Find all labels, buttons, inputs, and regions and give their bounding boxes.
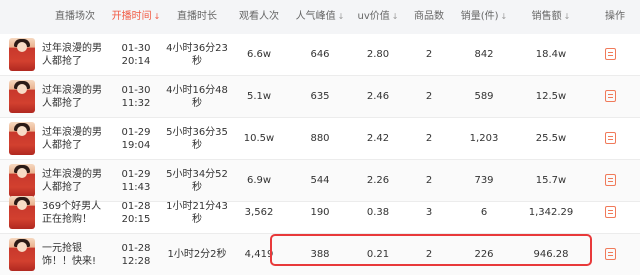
sort-down-icon[interactable]: ↓ <box>154 12 161 21</box>
sales-count: 589 <box>474 91 494 102</box>
col-header-goods: 商品数 <box>414 11 444 22</box>
table-row[interactable]: 369个好男人正在抢购！ 01-28 20:15 1小时21分43秒 3,562 … <box>0 192 640 234</box>
detail-icon[interactable] <box>605 48 616 60</box>
sort-down-icon[interactable]: ↓ <box>564 12 571 21</box>
session-title[interactable]: 过年浪漫的男人都抢了 <box>42 118 108 159</box>
start-clock: 20:15 <box>121 213 151 225</box>
start-date: 01-30 <box>121 84 151 96</box>
live-cover-thumbnail[interactable] <box>9 196 35 229</box>
start-date: 01-29 <box>121 126 151 138</box>
start-date: 01-28 <box>121 200 151 212</box>
views: 6.6w <box>246 49 272 60</box>
sort-down-icon[interactable]: ↓ <box>338 12 345 21</box>
start-clock: 11:32 <box>121 97 151 109</box>
goods-count: 2 <box>425 91 433 102</box>
goods-count: 3 <box>425 207 433 218</box>
detail-icon[interactable] <box>605 90 616 102</box>
table-row[interactable]: 过年浪漫的男人都抢了 01-30 20:14 4小时36分23秒 6.6w 646… <box>0 34 640 76</box>
start-clock: 20:14 <box>121 55 151 67</box>
goods-count: 2 <box>425 49 433 60</box>
uv-value: 2.80 <box>366 49 390 60</box>
col-header-peak[interactable]: 人气峰值 ↓ <box>290 0 350 34</box>
sales-count: 1,203 <box>469 133 499 144</box>
live-cover-thumbnail[interactable] <box>9 80 35 113</box>
peak: 646 <box>310 49 330 60</box>
peak: 190 <box>310 207 330 218</box>
views: 10.5w <box>243 133 275 144</box>
col-header-views: 观看人次 <box>239 11 279 22</box>
start-time: 01-29 19:04 <box>110 118 162 159</box>
revenue: 12.5w <box>535 91 567 102</box>
views: 5.1w <box>246 91 272 102</box>
start-date: 01-30 <box>121 42 151 54</box>
revenue: 18.4w <box>535 49 567 60</box>
duration: 5小时36分35秒 <box>166 126 228 151</box>
start-time: 01-30 11:32 <box>110 76 162 117</box>
col-header-action: 操作 <box>605 11 625 22</box>
goods-count: 2 <box>425 133 433 144</box>
detail-icon[interactable] <box>605 248 616 260</box>
col-header-sales[interactable]: 销量(件) ↓ <box>456 0 512 34</box>
start-clock: 19:04 <box>121 139 151 151</box>
sort-down-icon[interactable]: ↓ <box>392 12 399 21</box>
sort-down-icon[interactable]: ↓ <box>501 12 508 21</box>
detail-icon[interactable] <box>605 132 616 144</box>
detail-icon[interactable] <box>605 206 616 218</box>
col-header-session: 直播场次 <box>55 11 95 22</box>
start-date: 01-29 <box>121 168 151 180</box>
duration: 4小时36分23秒 <box>166 42 228 67</box>
revenue: 25.5w <box>535 133 567 144</box>
session-title[interactable]: 一元抢银饰！！快来! <box>42 234 108 275</box>
table-row[interactable]: 过年浪漫的男人都抢了 01-29 19:04 5小时36分35秒 10.5w 88… <box>0 118 640 160</box>
start-time: 01-28 20:15 <box>110 192 162 233</box>
session-title[interactable]: 过年浪漫的男人都抢了 <box>42 76 108 117</box>
revenue: 1,342.29 <box>528 207 574 218</box>
table-header: 直播场次 开播时间 ↓ 直播时长 观看人次 人气峰值 ↓ uv价值 ↓ 商品数 销量(… <box>0 0 640 34</box>
peak: 880 <box>310 133 330 144</box>
col-header-uv[interactable]: uv价值 ↓ <box>352 0 404 34</box>
start-time: 01-30 20:14 <box>110 34 162 75</box>
start-time: 01-28 12:28 <box>110 234 162 275</box>
col-header-duration: 直播时长 <box>177 11 217 22</box>
live-cover-thumbnail[interactable] <box>9 238 35 271</box>
table-row[interactable]: 过年浪漫的男人都抢了 01-30 11:32 4小时16分48秒 5.1w 635… <box>0 76 640 118</box>
views: 3,562 <box>244 207 274 218</box>
duration: 1小时21分43秒 <box>166 200 228 225</box>
uv-value: 0.38 <box>366 207 390 218</box>
session-title[interactable]: 369个好男人正在抢购！ <box>42 192 108 233</box>
start-date: 01-28 <box>121 242 151 254</box>
session-title[interactable]: 过年浪漫的男人都抢了 <box>42 34 108 75</box>
detail-icon[interactable] <box>605 174 616 186</box>
peak: 635 <box>310 91 330 102</box>
sales-count: 6 <box>480 207 488 218</box>
sales-count: 842 <box>474 49 494 60</box>
duration: 1小时2分2秒 <box>167 249 227 260</box>
uv-value: 2.46 <box>366 91 390 102</box>
live-cover-thumbnail[interactable] <box>9 122 35 155</box>
start-clock: 12:28 <box>121 255 151 267</box>
live-session-table: 直播场次 开播时间 ↓ 直播时长 观看人次 人气峰值 ↓ uv价值 ↓ 商品数 销量(… <box>0 0 640 275</box>
col-header-start-time[interactable]: 开播时间 ↓ <box>110 0 162 34</box>
highlight-box <box>270 234 592 266</box>
col-header-revenue[interactable]: 销售额 ↓ <box>520 0 582 34</box>
duration: 4小时16分48秒 <box>166 84 228 109</box>
live-cover-thumbnail[interactable] <box>9 38 35 71</box>
uv-value: 2.42 <box>366 133 390 144</box>
